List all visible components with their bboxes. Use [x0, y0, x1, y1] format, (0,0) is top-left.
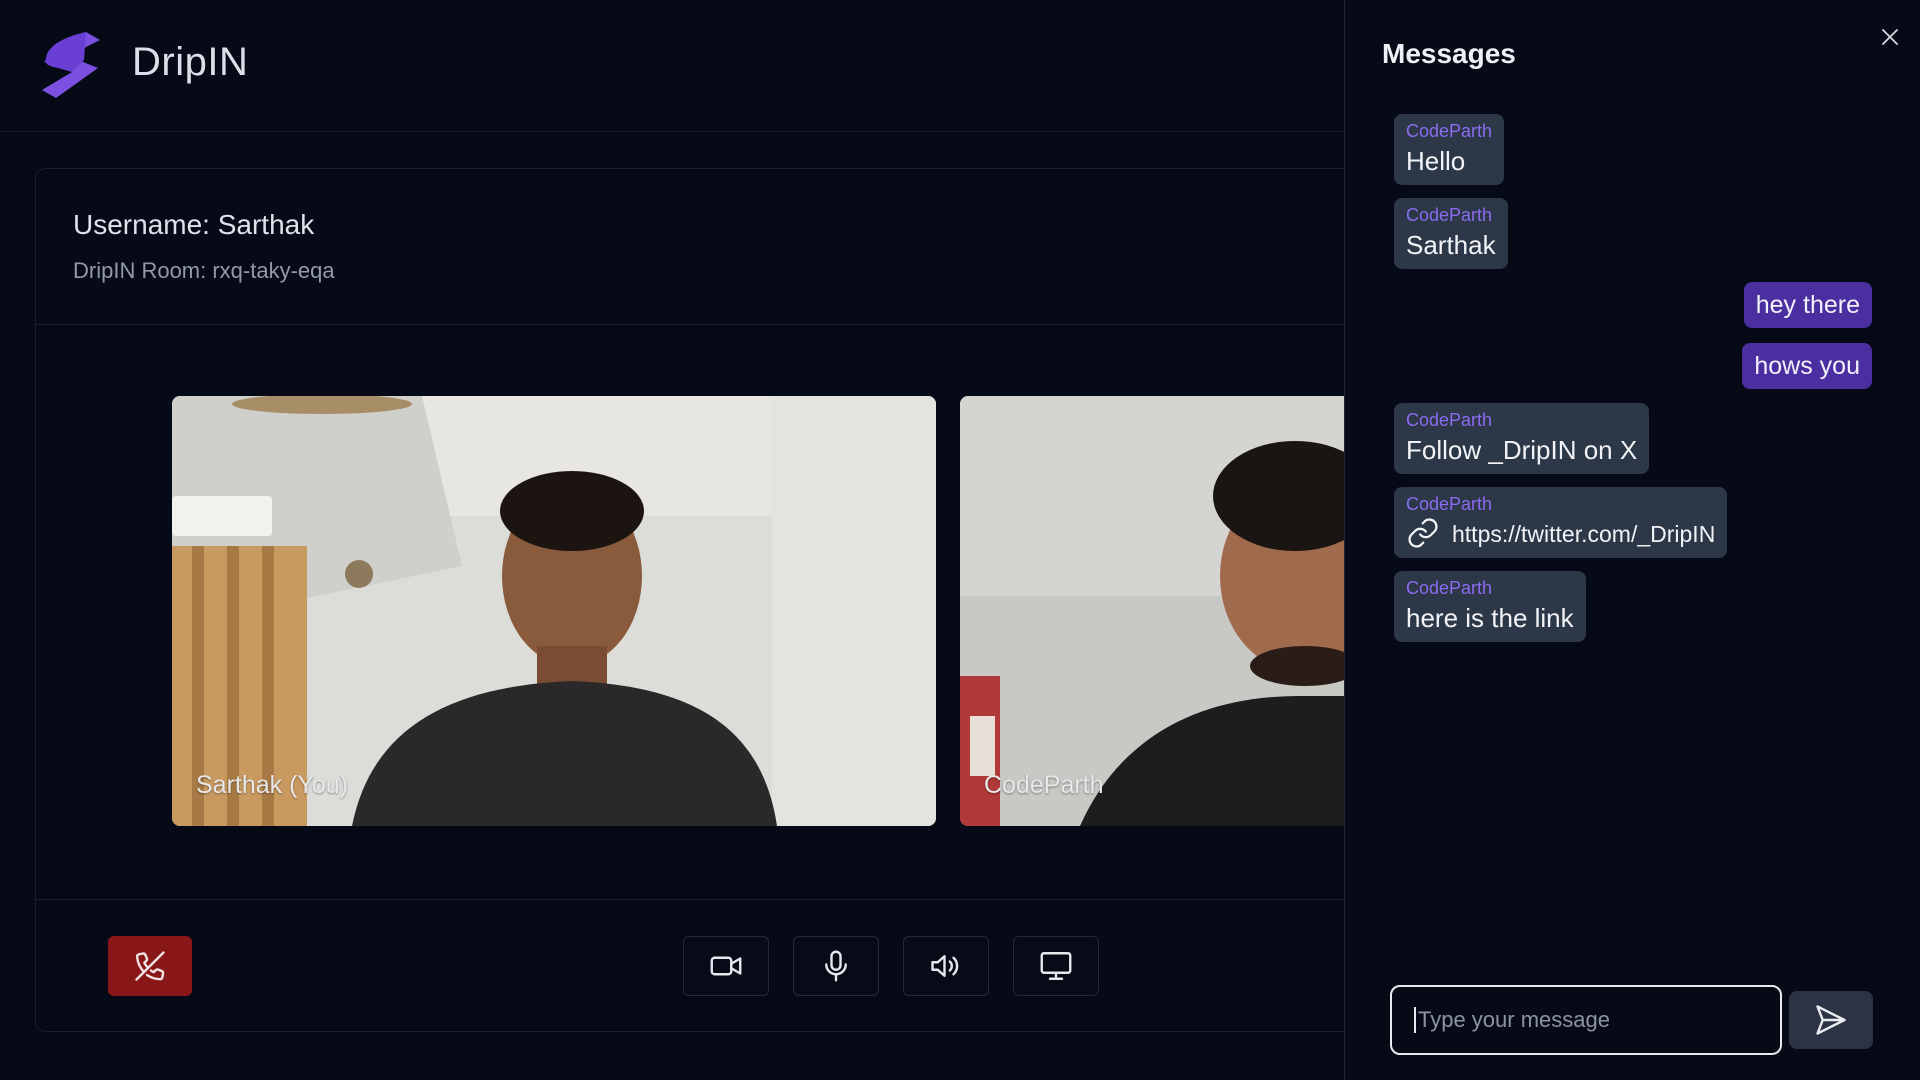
- message-sender: CodeParth: [1406, 410, 1493, 430]
- message-link[interactable]: https://twitter.com/_DripIN: [1406, 515, 1715, 551]
- message-item: CodeParth Follow _DripIN on X: [1394, 403, 1650, 474]
- screen-share-button[interactable]: [1013, 936, 1099, 996]
- messages-panel: Messages CodeParth Hello CodeParth Sarth…: [1344, 0, 1920, 1080]
- link-icon: [1408, 518, 1438, 548]
- text-caret: [1414, 1007, 1416, 1033]
- camera-toggle-button[interactable]: [683, 936, 769, 996]
- message-link-url[interactable]: https://twitter.com/_DripIN: [1452, 517, 1715, 551]
- message-text: hows you: [1754, 351, 1860, 380]
- brand-name: DripIN: [132, 40, 249, 84]
- call-controls: [36, 899, 1344, 1033]
- video-tile-remote: CodeParth: [960, 396, 1345, 826]
- room-info-header: Username: Sarthak DripIN Room: rxq-taky-…: [36, 169, 1344, 325]
- message-item: CodeParth here is the link: [1394, 571, 1586, 642]
- message-text: hey there: [1755, 290, 1860, 319]
- phone-off-icon: [135, 951, 165, 981]
- video-tile-self: Sarthak (You): [172, 396, 936, 826]
- webcam-feed-remote: [960, 396, 1345, 826]
- message-sender: CodeParth: [1406, 494, 1493, 514]
- bolt-logo-icon[interactable]: [38, 30, 104, 100]
- message-item-link: CodeParth https://twitter.com/_DripIN: [1394, 487, 1728, 558]
- message-input[interactable]: [1418, 1007, 1738, 1033]
- message-item-own: hey there: [1743, 282, 1872, 328]
- send-button[interactable]: [1789, 991, 1873, 1049]
- video-tile-name: Sarthak (You): [196, 771, 348, 799]
- video-tile-name: CodeParth: [984, 771, 1104, 799]
- microphone-icon: [825, 950, 847, 982]
- video-camera-icon: [710, 956, 742, 976]
- speaker-toggle-button[interactable]: [903, 936, 989, 996]
- messages-title: Messages: [1382, 38, 1516, 69]
- message-sender: CodeParth: [1406, 578, 1493, 598]
- microphone-toggle-button[interactable]: [793, 936, 879, 996]
- message-text: here is the link: [1406, 603, 1574, 633]
- speaker-icon: [931, 955, 959, 977]
- message-input-wrapper[interactable]: [1390, 985, 1782, 1055]
- message-item: CodeParth Hello: [1394, 114, 1505, 185]
- room-id-label: DripIN Room: rxq-taky-eqa: [73, 258, 335, 283]
- message-sender: CodeParth: [1406, 205, 1493, 225]
- send-icon: [1816, 1005, 1846, 1035]
- close-icon: [1882, 29, 1898, 45]
- message-sender: CodeParth: [1406, 121, 1493, 141]
- end-call-button[interactable]: [108, 936, 192, 996]
- call-card: Username: Sarthak DripIN Room: rxq-taky-…: [35, 168, 1345, 1033]
- message-text: Sarthak: [1406, 230, 1496, 260]
- message-text: Hello: [1406, 146, 1466, 176]
- close-messages-button[interactable]: [1875, 22, 1905, 52]
- message-item: CodeParth Sarthak: [1394, 198, 1508, 269]
- top-bar: DripIN: [0, 0, 1344, 132]
- webcam-feed-self: [172, 396, 936, 826]
- username-label: Username: Sarthak: [73, 209, 315, 240]
- message-item-own: hows you: [1742, 343, 1872, 389]
- monitor-icon: [1040, 952, 1072, 980]
- message-text: Follow _DripIN on X: [1406, 435, 1638, 465]
